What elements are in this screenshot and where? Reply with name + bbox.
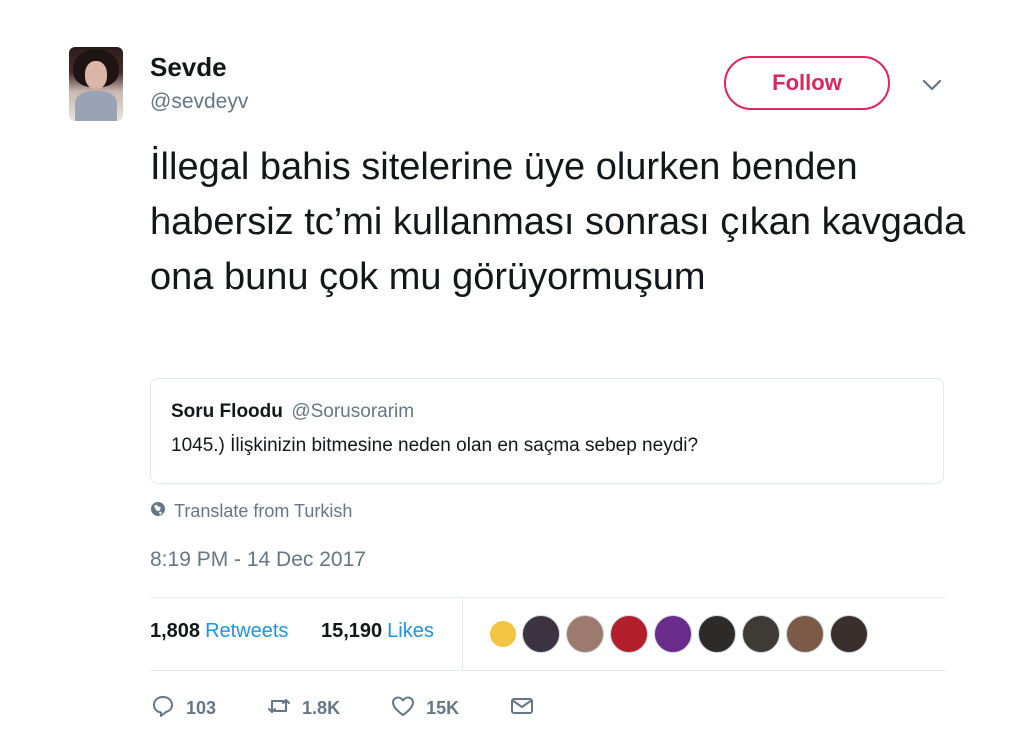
- liker-avatar[interactable]: [830, 615, 868, 653]
- mail-icon: [509, 693, 535, 724]
- tweet-text: İllegal bahis sitelerine üye olurken ben…: [150, 146, 966, 298]
- translate-link[interactable]: Translate from Turkish: [150, 501, 352, 522]
- retweet-count: 1.8K: [302, 697, 341, 718]
- reply-count: 103: [186, 697, 217, 718]
- divider: [150, 597, 946, 598]
- liker-avatar[interactable]: [566, 615, 604, 653]
- liker-avatar[interactable]: [698, 615, 736, 653]
- liker-avatar[interactable]: [522, 615, 560, 653]
- avatar[interactable]: [69, 47, 123, 121]
- tweet-card: Sevde @sevdeyv Follow İllegal bahis site…: [0, 0, 1024, 755]
- retweets-label: Retweets: [205, 620, 289, 642]
- quoted-user-name: Soru Floodu: [171, 401, 283, 422]
- quoted-tweet-text: 1045.) İlişkinizin bitmesine neden olan …: [171, 435, 699, 456]
- stats-separator: [462, 598, 463, 670]
- likers-avatars: [490, 614, 868, 654]
- likes-count: 15,190: [321, 620, 383, 642]
- user-handle[interactable]: @sevdeyv: [150, 90, 248, 114]
- quoted-tweet[interactable]: Soru Floodu @Sorusorarim 1045.) İlişkini…: [150, 378, 944, 484]
- like-count: 15K: [426, 697, 460, 718]
- divider: [150, 670, 946, 671]
- liker-avatar[interactable]: [654, 615, 692, 653]
- reply-icon: [150, 693, 176, 724]
- reply-button[interactable]: 103: [150, 693, 216, 724]
- chevron-down-icon[interactable]: [918, 72, 946, 98]
- retweets-count: 1,808: [150, 620, 201, 642]
- follow-button[interactable]: Follow: [724, 56, 890, 110]
- liker-avatar[interactable]: [490, 621, 516, 647]
- retweets-stat[interactable]: 1,808 Retweets: [150, 620, 288, 643]
- retweet-button[interactable]: 1.8K: [266, 693, 340, 724]
- liker-avatar[interactable]: [786, 615, 824, 653]
- user-name[interactable]: Sevde: [150, 52, 227, 83]
- retweet-icon: [266, 693, 292, 724]
- likes-stat[interactable]: 15,190 Likes: [321, 620, 434, 643]
- timestamp[interactable]: 8:19 PM - 14 Dec 2017: [150, 548, 366, 572]
- like-button[interactable]: 15K: [390, 693, 459, 724]
- likes-label: Likes: [387, 620, 434, 642]
- direct-message-button[interactable]: [509, 693, 535, 724]
- globe-icon: [150, 501, 166, 522]
- liker-avatar[interactable]: [742, 615, 780, 653]
- action-bar: 103 1.8K 15K: [150, 690, 585, 726]
- liker-avatar[interactable]: [610, 615, 648, 653]
- translate-label: Translate from Turkish: [174, 501, 353, 521]
- heart-icon: [390, 693, 416, 724]
- quoted-user-handle: @Sorusorarim: [291, 401, 415, 422]
